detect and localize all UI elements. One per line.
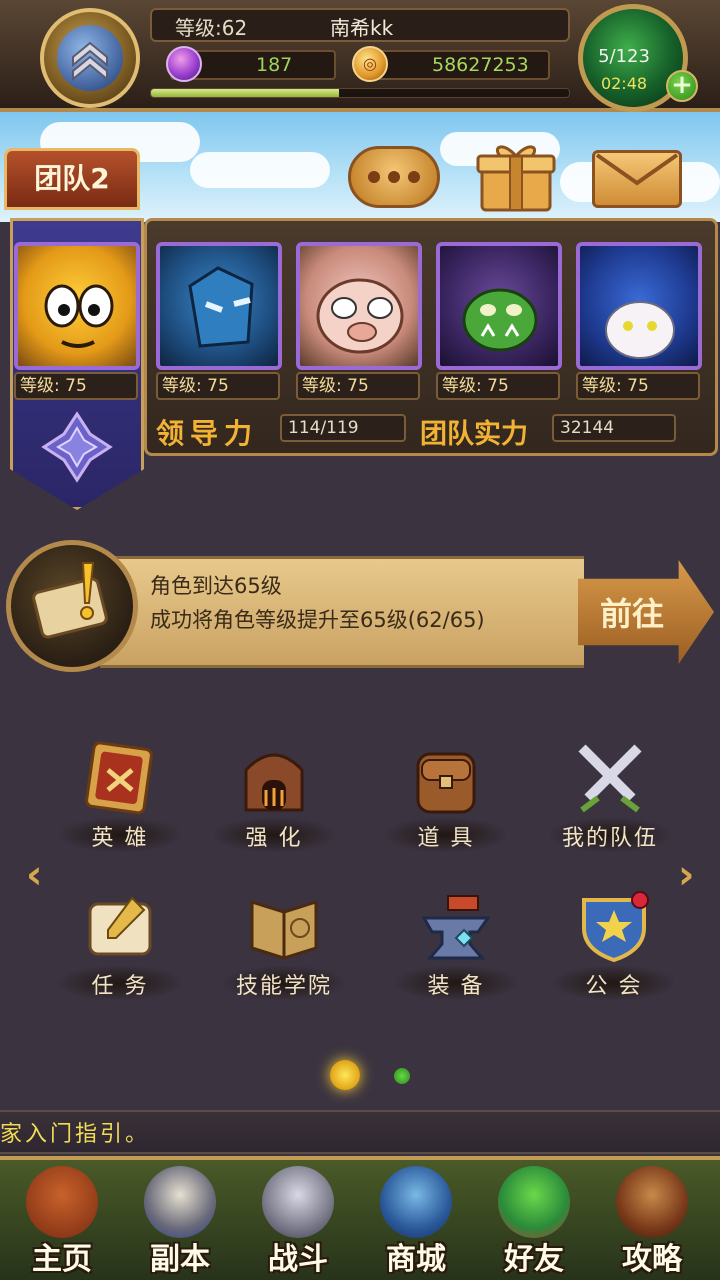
nav-label: 主页 [32, 1242, 92, 1277]
menu-label: 任 务 [91, 974, 149, 999]
home-hut-icon [26, 1166, 98, 1238]
nav-friends-button[interactable]: 好友 [476, 1160, 592, 1280]
leadership-value: 114/119 [280, 414, 406, 442]
shop-monster-icon [380, 1166, 452, 1238]
menu-label: 技能学院 [235, 974, 332, 999]
menu-quests[interactable]: 任 务 [50, 888, 190, 1038]
player-name: 南希kk [330, 16, 394, 40]
menu-skill-academy[interactable]: 技能学院 [214, 888, 354, 1038]
forge-icon [236, 740, 312, 816]
nav-label: 战斗 [268, 1242, 328, 1277]
goto-button[interactable]: 前往 [578, 560, 714, 664]
gift-icon[interactable] [474, 140, 558, 212]
guide-book-icon [616, 1166, 688, 1238]
previous-page-arrow[interactable]: ‹ [26, 852, 42, 898]
gem-value: 187 [256, 54, 293, 76]
blue-hair-hero-portrait[interactable] [576, 242, 702, 370]
menu-label: 我的队伍 [561, 826, 658, 851]
nav-home-button[interactable]: 主页 [4, 1160, 120, 1280]
backpack-icon [408, 740, 484, 816]
hero-level: 等级: 75 [14, 372, 138, 400]
nav-battle-button[interactable]: 战斗 [240, 1160, 356, 1280]
menu-my-team[interactable]: 我的队伍 [540, 740, 680, 890]
quest-description: 成功将角色等级提升至65级(62/65) [150, 608, 485, 632]
experience-bar [150, 88, 570, 98]
page-indicator[interactable] [394, 1068, 410, 1084]
team-tab[interactable]: 团队2 [4, 148, 140, 210]
nav-label: 副本 [150, 1242, 210, 1277]
crossed-swords-icon [572, 740, 648, 816]
chat-button[interactable] [348, 146, 440, 208]
chat-dot [388, 171, 400, 183]
cloud [190, 152, 330, 188]
page-indicator-active[interactable] [330, 1060, 360, 1090]
menu-label: 装 备 [427, 974, 485, 999]
ticker-text: 家入门指引。 [0, 1122, 151, 1147]
anvil-icon [418, 888, 494, 964]
rank-chevron-icon [57, 25, 123, 91]
menu-label: 道 具 [417, 826, 475, 851]
nav-label: 商城 [386, 1242, 446, 1277]
skull-dungeon-icon [144, 1166, 216, 1238]
chat-dot [368, 171, 380, 183]
energy-timer: 02:48 [600, 74, 648, 93]
menu-hero[interactable]: 英 雄 [50, 740, 190, 890]
hero-card-icon [82, 740, 158, 816]
gem-icon [166, 46, 202, 82]
nav-dungeon-button[interactable]: 副本 [122, 1160, 238, 1280]
nav-guide-button[interactable]: 攻略 [594, 1160, 710, 1280]
player-level: 等级:62 [175, 16, 248, 40]
menu-label: 公 会 [585, 974, 643, 999]
menu-items[interactable]: 道 具 [376, 740, 516, 890]
menu-guild[interactable]: 公 会 [544, 888, 684, 1038]
menu-label: 英 雄 [91, 826, 149, 851]
guild-shield-icon [576, 888, 652, 964]
blue-warrior-hero-portrait[interactable] [156, 242, 282, 370]
gold-value: 58627253 [432, 54, 529, 76]
pig-hero-portrait[interactable] [296, 242, 422, 370]
scroll-icon [82, 888, 158, 964]
chat-dot [408, 171, 420, 183]
team-emblem-icon[interactable] [40, 410, 114, 484]
green-orc-hero-portrait[interactable] [436, 242, 562, 370]
yellow-blob-hero-portrait[interactable] [14, 242, 140, 370]
menu-enhance[interactable]: 强 化 [204, 740, 344, 890]
quest-scroll-icon [6, 540, 138, 672]
add-energy-button[interactable]: + [666, 70, 698, 102]
hero-level: 等级: 75 [576, 372, 700, 400]
nav-label: 攻略 [622, 1242, 682, 1277]
menu-label: 强 化 [245, 826, 303, 851]
leadership-label: 领导力 [156, 417, 259, 450]
menu-equipment[interactable]: 装 备 [386, 888, 526, 1038]
nav-label: 好友 [504, 1242, 564, 1277]
hero-level: 等级: 75 [436, 372, 560, 400]
hero-level: 等级: 75 [156, 372, 280, 400]
mail-icon[interactable] [592, 150, 682, 208]
nav-shop-button[interactable]: 商城 [358, 1160, 474, 1280]
team-power-value: 32144 [552, 414, 676, 442]
quest-title: 角色到达65级 [150, 574, 282, 598]
spellbook-icon [246, 888, 322, 964]
experience-fill [151, 89, 340, 97]
hero-level: 等级: 75 [296, 372, 420, 400]
rank-badge[interactable] [40, 8, 140, 108]
battle-axe-icon [262, 1166, 334, 1238]
energy-count: 5/123 [598, 46, 650, 67]
team-power-label: 团队实力 [420, 419, 528, 450]
gold-coin-icon: ◎ [352, 46, 388, 82]
friends-goblin-icon [498, 1166, 570, 1238]
